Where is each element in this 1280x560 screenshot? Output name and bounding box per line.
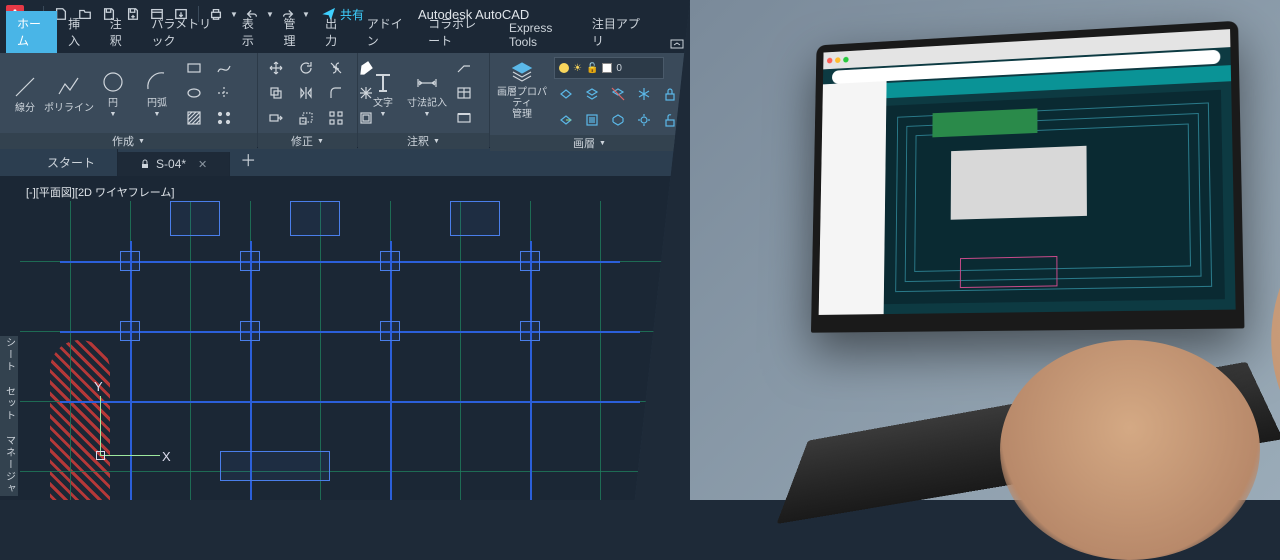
panel-annot-title: 注釈: [407, 133, 429, 149]
layer-lock-icon: 🔓: [586, 63, 598, 74]
stretch-icon[interactable]: [264, 107, 288, 129]
layer-match-icon[interactable]: [554, 83, 578, 105]
line-button[interactable]: 線分: [4, 57, 46, 129]
ribbon-tab-parametric[interactable]: パラメトリック: [140, 11, 230, 53]
ribbon-tab-annotate[interactable]: 注釈: [99, 11, 141, 53]
table-icon[interactable]: [452, 82, 476, 104]
panel-modify-title: 修正: [291, 133, 313, 149]
xline-icon[interactable]: [212, 82, 236, 104]
ribbon-tab-manage[interactable]: 管理: [273, 11, 315, 53]
layer-bulb-icon: [559, 63, 569, 73]
polyline-icon: [55, 73, 83, 101]
panel-create: 線分 ポリライン 円 ▼ 円弧 ▼: [0, 53, 258, 147]
move-icon[interactable]: [264, 57, 288, 79]
text-button[interactable]: 文字 ▼: [362, 57, 404, 129]
layer-freeze-icon: ☀: [573, 63, 582, 74]
leader-icon[interactable]: [452, 57, 476, 79]
circle-button[interactable]: 円 ▼: [92, 57, 134, 129]
ribbon-tab-insert[interactable]: 挿入: [57, 11, 99, 53]
promo-photo: [690, 0, 1280, 500]
hand-right: [1000, 340, 1260, 560]
ribbon-tab-home[interactable]: ホーム: [6, 11, 57, 53]
file-tab-start[interactable]: スタート: [25, 149, 118, 176]
arc-icon: [143, 68, 171, 96]
file-tabs: スタート S-04* ✕ ＋: [0, 148, 690, 176]
new-tab-button[interactable]: ＋: [230, 142, 266, 176]
ribbon-tab-express[interactable]: Express Tools: [498, 17, 581, 53]
layer-color-swatch: [602, 63, 612, 73]
layer-thaw-icon[interactable]: [632, 109, 656, 131]
dimension-icon: [413, 68, 441, 96]
layer-combo[interactable]: ☀ 🔓 0: [554, 57, 664, 79]
point-icon[interactable]: [212, 107, 236, 129]
layer-unlock-icon[interactable]: [658, 109, 682, 131]
polyline-button[interactable]: ポリライン: [48, 57, 90, 129]
layer-prev-icon[interactable]: [554, 109, 578, 131]
mirror-icon[interactable]: [294, 82, 318, 104]
layer-name: 0: [616, 63, 622, 74]
close-tab-icon[interactable]: ✕: [198, 158, 207, 171]
hatched-region: [50, 340, 110, 500]
ucs-y-label: Y: [94, 379, 103, 394]
field-icon[interactable]: [452, 107, 476, 129]
file-tab-drawing[interactable]: S-04* ✕: [118, 152, 230, 176]
circle-icon: [99, 68, 127, 96]
ribbon-tabs: ホーム 挿入 注釈 パラメトリック 表示 管理 出力 アドイン コラボレート E…: [0, 28, 690, 53]
rotate-icon[interactable]: [294, 57, 318, 79]
layer-properties-button[interactable]: 画層プロパティ 管理: [494, 57, 550, 120]
laptop-screen: [819, 29, 1236, 315]
layer-freeze-btn-icon[interactable]: [632, 83, 656, 105]
laptop: [811, 21, 1245, 333]
scale-icon[interactable]: [294, 107, 318, 129]
panel-layers: 画層プロパティ 管理 ☀ 🔓 0: [490, 53, 690, 147]
rectangle-icon[interactable]: [182, 57, 206, 79]
ribbon-tab-view[interactable]: 表示: [231, 11, 273, 53]
lock-icon: [140, 159, 150, 169]
ribbon: 線分 ポリライン 円 ▼ 円弧 ▼: [0, 53, 690, 148]
trim-icon[interactable]: [324, 57, 348, 79]
ellipse-icon[interactable]: [182, 82, 206, 104]
autocad-window: A ▼ ▼ ▼ ▼ 共有 Autodesk AutoCAD ホーム: [0, 0, 690, 500]
panel-annotation: 文字 ▼ 寸法記入 ▼ 注釈▼: [358, 53, 490, 147]
ribbon-tab-featured[interactable]: 注目アプリ: [581, 11, 652, 53]
line-icon: [11, 73, 39, 101]
ribbon-tab-collaborate[interactable]: コラボレート: [417, 11, 498, 53]
arc-button[interactable]: 円弧 ▼: [136, 57, 178, 129]
layer-off-icon[interactable]: [606, 83, 630, 105]
layer-states-icon[interactable]: [580, 109, 604, 131]
layer-lock-btn-icon[interactable]: [658, 83, 682, 105]
array-icon[interactable]: [324, 107, 348, 129]
spline-icon[interactable]: [212, 57, 236, 79]
hatch-icon[interactable]: [182, 107, 206, 129]
layer-properties-icon: [508, 57, 536, 85]
ucs-x-label: X: [162, 449, 171, 464]
layer-iso-icon[interactable]: [580, 83, 604, 105]
fillet-icon[interactable]: [324, 82, 348, 104]
ribbon-tab-addins[interactable]: アドイン: [356, 11, 417, 53]
ribbon-collapse-button[interactable]: [664, 35, 690, 53]
layer-walk-icon[interactable]: [606, 109, 630, 131]
viewport-controls[interactable]: [-][平面図][2D ワイヤフレーム]: [26, 184, 174, 200]
panel-modify: 修正▼: [258, 53, 358, 147]
ribbon-tab-output[interactable]: 出力: [314, 11, 356, 53]
text-icon: [369, 68, 397, 96]
dimension-button[interactable]: 寸法記入 ▼: [406, 57, 448, 129]
copy-icon[interactable]: [264, 82, 288, 104]
panel-layers-title: 画層: [573, 135, 595, 151]
panel-create-title: 作成: [112, 133, 134, 149]
drawing-canvas[interactable]: シート セット マネージャ [-][平面図][2D ワイヤフレーム]: [0, 176, 690, 500]
sheet-set-manager-tab[interactable]: シート セット マネージャ: [0, 336, 18, 496]
